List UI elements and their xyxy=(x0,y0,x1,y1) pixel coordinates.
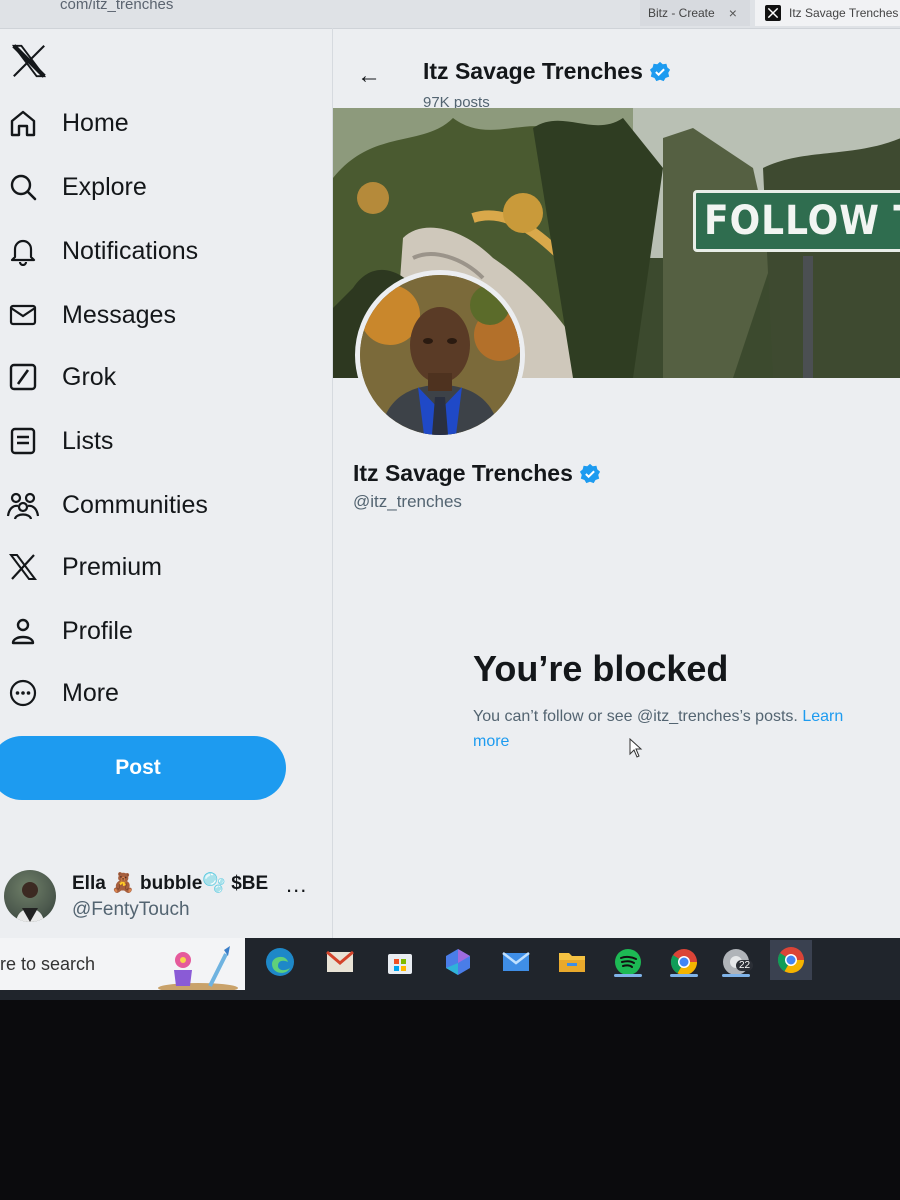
verified-badge-icon xyxy=(649,61,670,81)
sidebar-item-label: Notifications xyxy=(62,236,199,265)
header-name: Itz Savage Trenches xyxy=(423,58,643,84)
envelope-icon xyxy=(6,298,40,332)
browser-tab-bitz[interactable]: Bitz - Create × xyxy=(640,0,750,26)
running-indicator xyxy=(722,974,750,977)
file-explorer-icon[interactable] xyxy=(554,944,590,980)
more-options-icon[interactable]: ... xyxy=(286,872,307,898)
tab-title: Bitz - Create xyxy=(648,6,715,20)
avatar xyxy=(4,870,56,922)
sidebar-nav: Home Explore Notifications Messages Grok… xyxy=(0,28,330,938)
sidebar-item-label: Messages xyxy=(62,300,176,329)
profile-avatar[interactable] xyxy=(355,270,525,440)
mail-icon[interactable] xyxy=(322,944,358,980)
account-display-name: Ella 🧸 bubble🫧 $BE xyxy=(72,873,269,894)
sidebar-item-label: Grok xyxy=(62,362,117,391)
browser-tab-active[interactable]: Itz Savage Trenches xyxy=(755,0,900,26)
blocked-message: You can’t follow or see @itz_trenches’s … xyxy=(473,704,873,754)
sidebar-item-more[interactable]: More xyxy=(0,676,119,710)
profile-photo xyxy=(360,275,520,435)
blocked-title: You’re blocked xyxy=(473,648,729,689)
sidebar-item-label: Explore xyxy=(62,172,147,201)
sign-post xyxy=(803,256,813,378)
sidebar-item-label: More xyxy=(62,678,119,707)
sidebar-item-label: Home xyxy=(62,108,129,137)
sidebar-item-label: Premium xyxy=(62,552,163,581)
address-bar-text[interactable]: com/itz_trenches xyxy=(60,0,173,13)
chrome-icon[interactable] xyxy=(666,944,702,980)
profile-column: ← Itz Savage Trenches 97K posts FOLLOW I… xyxy=(332,28,900,938)
running-indicator xyxy=(614,974,642,977)
copilot-icon[interactable] xyxy=(440,944,476,980)
list-icon xyxy=(6,424,40,458)
sidebar-item-label: Lists xyxy=(62,426,114,455)
sidebar-item-label: Profile xyxy=(62,616,133,645)
taskbar-search[interactable]: re to search xyxy=(0,938,245,990)
flower-pot-icon xyxy=(158,946,238,990)
spotify-icon[interactable] xyxy=(610,944,646,980)
store-icon[interactable] xyxy=(382,944,418,980)
blocked-message-text: You can’t follow or see @itz_trenches’s … xyxy=(473,708,803,725)
browser-tab-strip: com/itz_trenches Bitz - Create × Itz Sav… xyxy=(0,0,900,29)
notification-badge: 22 xyxy=(736,960,754,971)
sidebar-item-home[interactable]: Home xyxy=(0,106,129,140)
more-circle-icon xyxy=(6,676,40,710)
sidebar-item-notifications[interactable]: Notifications xyxy=(0,234,198,268)
sidebar-item-lists[interactable]: Lists xyxy=(0,424,113,458)
person-icon xyxy=(6,614,40,648)
communities-icon xyxy=(6,488,40,522)
sidebar-item-grok[interactable]: Grok xyxy=(0,360,116,394)
x-icon xyxy=(6,550,40,584)
verified-badge-icon xyxy=(579,463,600,483)
sidebar-item-explore[interactable]: Explore xyxy=(0,170,147,204)
profile-display-name: Itz Savage Trenches xyxy=(353,460,573,486)
x-logo-icon xyxy=(765,5,781,21)
back-arrow-icon[interactable]: ← xyxy=(357,62,381,90)
post-button[interactable]: Post xyxy=(0,736,286,800)
header-title: Itz Savage Trenches xyxy=(423,58,671,85)
account-switcher[interactable]: Ella 🧸 bubble🫧 $BE @FentyTouch ... xyxy=(4,866,324,926)
sidebar-item-label: Communities xyxy=(62,490,208,519)
profile-header-bar: ← Itz Savage Trenches 97K posts xyxy=(333,28,900,111)
sidebar-item-communities[interactable]: Communities xyxy=(0,488,208,522)
tab-close-icon[interactable]: × xyxy=(729,5,737,21)
banner-sign: FOLLOW THAT DREAM xyxy=(693,190,900,252)
sidebar-item-premium[interactable]: Premium xyxy=(0,550,162,584)
x-logo-icon[interactable] xyxy=(10,42,48,80)
account-handle: @FentyTouch xyxy=(72,899,190,920)
search-icon xyxy=(6,170,40,204)
running-indicator xyxy=(670,974,698,977)
chrome-profile-icon[interactable]: 22 xyxy=(718,944,754,980)
tab-title: Itz Savage Trenches xyxy=(789,6,899,20)
outlook-icon[interactable] xyxy=(498,944,534,980)
screen: com/itz_trenches Bitz - Create × Itz Sav… xyxy=(0,0,900,1000)
sidebar-item-profile[interactable]: Profile xyxy=(0,614,133,648)
chrome-icon-alt[interactable] xyxy=(770,940,812,980)
profile-name: Itz Savage Trenches xyxy=(353,460,601,487)
grok-icon xyxy=(6,360,40,394)
search-placeholder: re to search xyxy=(0,953,96,974)
mouse-cursor-icon xyxy=(629,738,643,758)
sidebar-item-messages[interactable]: Messages xyxy=(0,298,176,332)
profile-handle: @itz_trenches xyxy=(353,492,462,511)
bell-icon xyxy=(6,234,40,268)
edge-icon[interactable] xyxy=(262,944,298,980)
home-icon xyxy=(6,106,40,140)
windows-taskbar: re to search 22 xyxy=(0,938,900,1000)
